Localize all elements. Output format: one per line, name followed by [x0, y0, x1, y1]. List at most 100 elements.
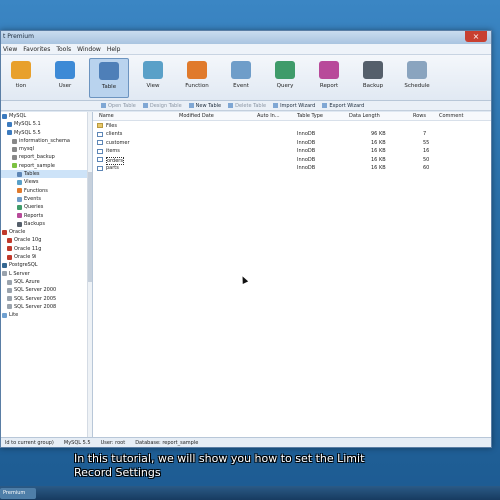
toolbar-label: Table — [101, 84, 117, 90]
tree-node-icon — [7, 121, 12, 127]
column-header[interactable]: Data Length — [349, 113, 380, 119]
tree-node-icon — [17, 221, 22, 227]
toolbar-report-button[interactable]: Report — [309, 58, 349, 98]
toolbar-table-button[interactable]: Table — [89, 58, 129, 98]
status-bar: ld to current group) MySQL 5.5 User: roo… — [1, 437, 491, 447]
tree-node-label: PostgreSQL — [9, 262, 38, 269]
tree-node[interactable]: SQL Server 2008 — [1, 303, 92, 311]
tree-node[interactable]: SQL Azure — [1, 278, 92, 286]
object-toolbar: Open Table Design Table New Table Delete Ta… — [1, 101, 491, 111]
toolbar-tion-button[interactable]: tion — [1, 58, 41, 98]
menu-tools[interactable]: Tools — [56, 46, 71, 53]
toolbar-function-button[interactable]: Function — [177, 58, 217, 98]
column-header[interactable]: Rows — [413, 113, 426, 119]
tree-node[interactable]: SQL Server 2005 — [1, 295, 92, 303]
tree-node[interactable]: MySQL 5.5 — [1, 129, 92, 137]
toolbar-backup-button[interactable]: Backup — [353, 58, 393, 98]
toolbar-label: User — [58, 83, 72, 89]
title-bar[interactable]: t Premium × — [1, 31, 491, 44]
column-header[interactable]: Name — [99, 113, 114, 119]
tree-node[interactable]: report_sample — [1, 162, 92, 170]
query-icon — [275, 61, 295, 79]
column-header[interactable]: Modified Date — [179, 113, 214, 119]
tree-node[interactable]: Oracle 9i — [1, 253, 92, 261]
toolbar-user-button[interactable]: User — [45, 58, 85, 98]
toolbar-view-button[interactable]: View — [133, 58, 173, 98]
cell-rows: 55 — [423, 139, 430, 146]
tree-node[interactable]: PostgreSQL — [1, 261, 92, 269]
toolbar-query-button[interactable]: Query — [265, 58, 305, 98]
report-icon — [319, 61, 339, 79]
menu-bar: View Favorites Tools Window Help — [1, 44, 491, 55]
objectbar-design-table-button[interactable]: Design Table — [142, 102, 182, 109]
tree-node[interactable]: Backups — [1, 220, 92, 228]
objectbar-new-table-button[interactable]: New Table — [188, 102, 222, 109]
table-icon — [97, 165, 103, 171]
column-header[interactable]: Auto In... — [257, 113, 280, 119]
tree-node-label: information_schema — [19, 137, 70, 144]
table-row[interactable]: items InnoDB 16 KB 16 — [93, 147, 491, 156]
table-icon — [97, 140, 103, 145]
toolbar-event-button[interactable]: Event — [221, 58, 261, 98]
menu-window[interactable]: Window — [77, 46, 101, 53]
objectbar-delete-table-button[interactable]: Delete Table — [228, 102, 266, 109]
tree-node[interactable]: Oracle 11g — [1, 245, 92, 253]
tree-node[interactable]: Events — [1, 195, 92, 203]
connection-icon — [11, 61, 31, 79]
tree-node[interactable]: Views — [1, 178, 92, 186]
view-icon — [143, 61, 163, 79]
table-row[interactable]: parts InnoDB 16 KB 60 — [93, 164, 491, 173]
tree-node[interactable]: report_backup — [1, 153, 92, 161]
tree-node[interactable]: Reports — [1, 212, 92, 220]
schedule-icon — [407, 61, 427, 79]
app-window: t Premium × View Favorites Tools Window … — [0, 30, 492, 448]
menu-help[interactable]: Help — [107, 46, 121, 53]
close-button[interactable]: × — [465, 31, 487, 42]
objectbar-import-wizard-button[interactable]: Import Wizard — [273, 102, 315, 109]
object-list: Name Modified Date Auto In... Table Type Dat… — [93, 112, 491, 437]
objectbar-icon — [188, 102, 194, 108]
tree-node[interactable]: Oracle — [1, 228, 92, 236]
table-row[interactable]: Files — [93, 121, 491, 130]
tree-node-label: SQL Server 2000 — [14, 287, 57, 294]
scroll-thumb[interactable] — [88, 172, 92, 282]
toolbar-label: Event — [233, 83, 249, 89]
tree-node[interactable]: Tables — [1, 170, 92, 179]
tree-node[interactable]: Functions — [1, 187, 92, 195]
tree-scrollbar[interactable] — [87, 112, 92, 437]
column-header[interactable]: Comment — [439, 113, 464, 119]
table-row[interactable]: customer InnoDB 16 KB 55 — [93, 138, 491, 147]
tree-node[interactable]: information_schema — [1, 137, 92, 145]
tree-node[interactable]: L Server — [1, 270, 92, 278]
tree-node[interactable]: mysql — [1, 145, 92, 153]
tree-node-icon — [17, 196, 22, 202]
objectbar-open-table-button[interactable]: Open Table — [101, 102, 136, 109]
objectbar-icon — [142, 102, 148, 108]
connection-tree: MySQL MySQL 5.1 MySQL 5.5 information_schem… — [1, 112, 93, 437]
tree-node[interactable]: MySQL 5.1 — [1, 120, 92, 128]
table-row[interactable]: clients InnoDB 96 KB 7 — [93, 130, 491, 139]
column-header[interactable]: Table Type — [297, 113, 323, 119]
tree-node-label: SQL Azure — [14, 278, 40, 285]
tree-node[interactable]: Oracle 10g — [1, 236, 92, 244]
objectbar-label: Open Table — [108, 102, 136, 109]
objectbar-export-wizard-button[interactable]: Export Wizard — [322, 102, 364, 109]
cell-length: 16 KB — [371, 139, 386, 146]
tree-node[interactable]: MySQL — [1, 112, 92, 120]
tree-node[interactable]: Lite — [1, 311, 92, 319]
folder-icon — [97, 123, 103, 128]
tree-node-icon — [7, 279, 12, 285]
toolbar-schedule-button[interactable]: Schedule — [397, 58, 437, 98]
menu-favorites[interactable]: Favorites — [23, 46, 50, 53]
table-row[interactable]: orders InnoDB 16 KB 50 — [93, 155, 491, 165]
tree-node[interactable]: SQL Server 2000 — [1, 286, 92, 294]
cell-rows: 50 — [423, 156, 430, 163]
menu-view[interactable]: View — [3, 46, 17, 53]
table-rows: Files clients InnoDB 96 KB 7 customer InnoDB 16… — [93, 121, 491, 172]
taskbar-item[interactable]: Premium — [0, 488, 36, 499]
objectbar-label: New Table — [195, 102, 222, 109]
tree-node-label: report_backup — [19, 154, 55, 161]
tree-node[interactable]: Queries — [1, 203, 92, 211]
tree-node-icon — [2, 262, 7, 268]
status-hint: ld to current group) — [5, 439, 54, 446]
